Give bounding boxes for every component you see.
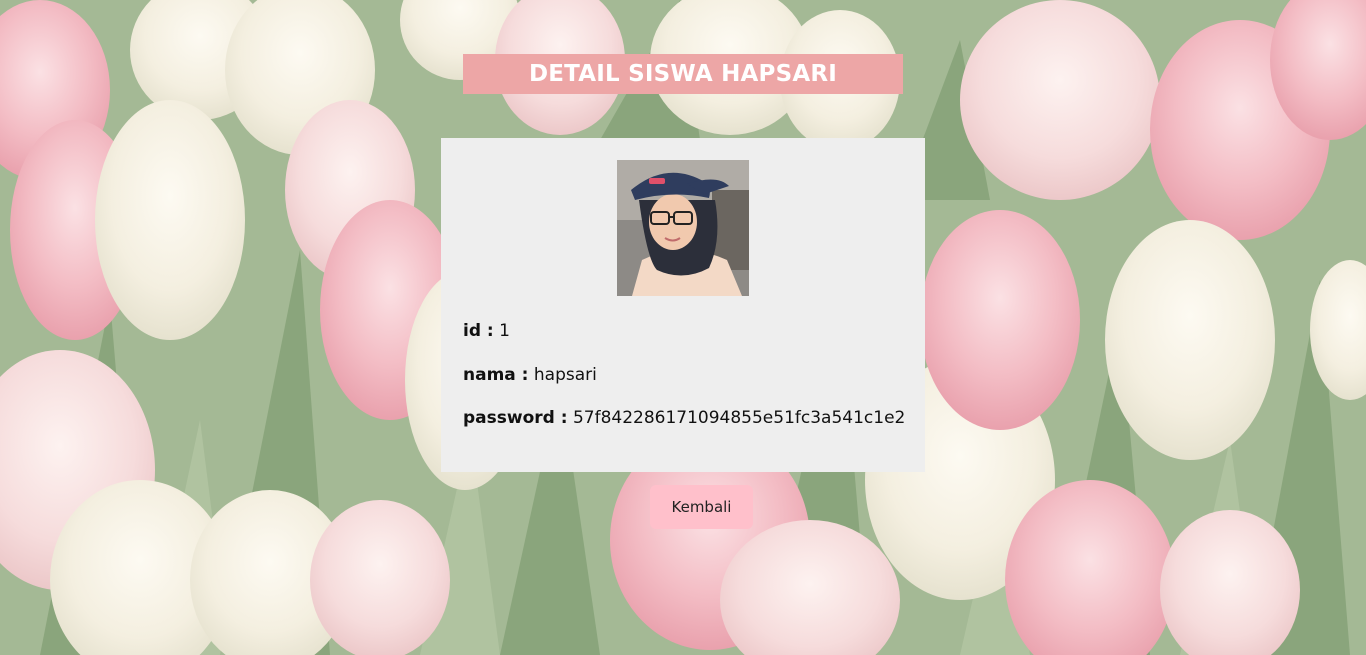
field-id-value: 1 [499,321,510,341]
field-nama: nama : hapsari [463,365,597,385]
field-password-value: 57f842286171094855e51fc3a541c1e2 [572,408,906,428]
field-nama-label: nama : [463,365,529,385]
field-password-label: password : [463,408,568,428]
student-detail-card: id : 1 nama : hapsari password : 57f8422… [441,138,925,472]
student-photo [617,160,749,296]
back-button[interactable]: Kembali [650,485,753,529]
field-id-label: id : [463,321,494,341]
field-nama-value: hapsari [533,365,597,385]
field-password: password : 57f842286171094855e51fc3a541c… [463,408,905,428]
avatar [617,160,749,296]
field-id: id : 1 [463,321,510,341]
page-title: DETAIL SISWA HAPSARI [463,54,903,94]
